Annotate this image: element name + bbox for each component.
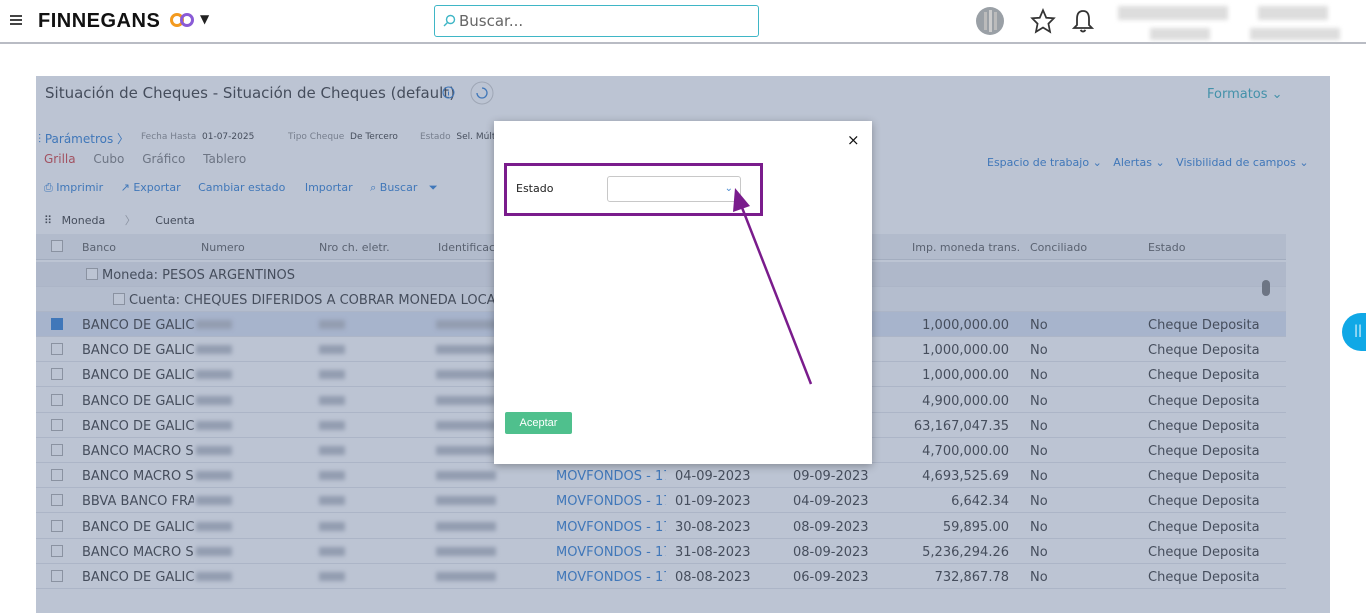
annotation-arrow (733, 188, 813, 385)
